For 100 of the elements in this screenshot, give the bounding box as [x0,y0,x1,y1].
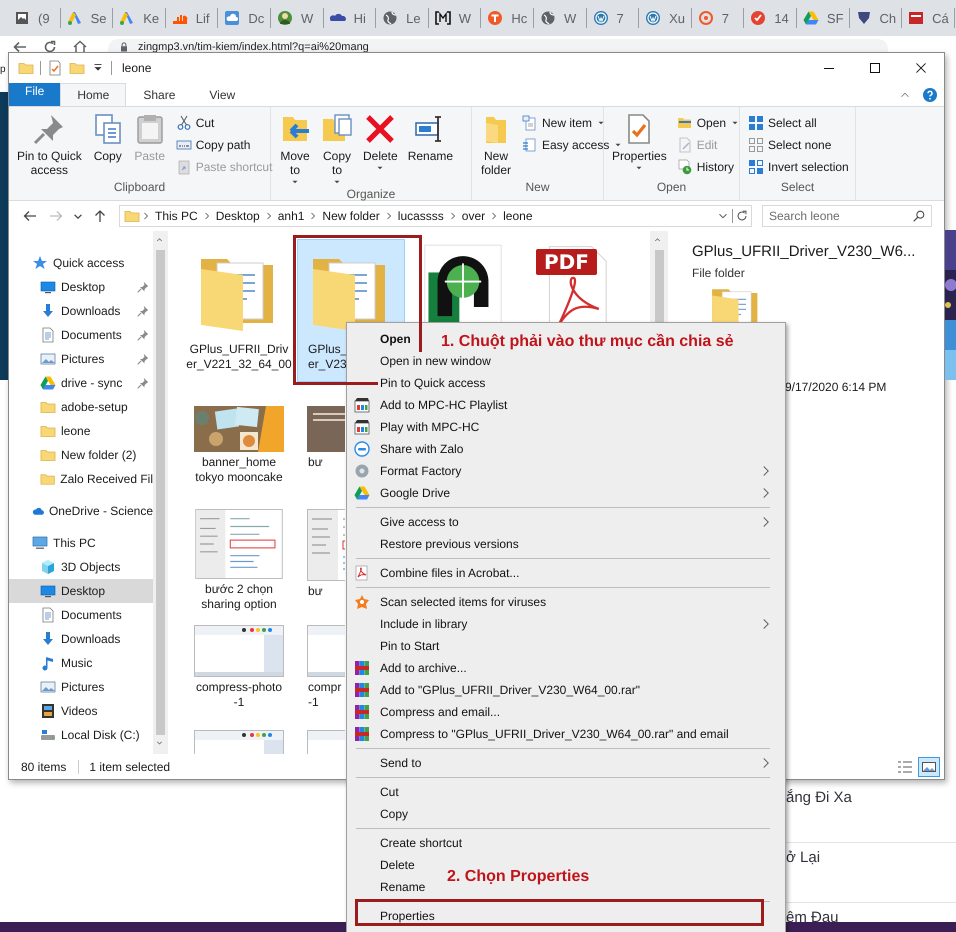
ribbon-button[interactable]: Open [672,112,744,134]
breadcrumb-item[interactable]: leone [500,209,536,223]
nav-item[interactable]: Pictures [9,675,153,699]
ribbon-tab[interactable]: Share [126,83,192,106]
menu-item[interactable]: Scan selected items for viruses [350,591,546,613]
browser-tab[interactable]: 7 [692,8,744,28]
menu-item[interactable]: Compress and email... [350,701,500,723]
breadcrumb-item[interactable]: Desktop [212,209,263,223]
menu-item[interactable]: Compress to "GPlus_UFRII_Driver_V230_W64_00.rar" and email [350,723,729,745]
view-button[interactable] [918,756,940,776]
menu-item[interactable]: Delete [350,854,415,876]
nav-item[interactable]: Documents [9,603,153,627]
breadcrumb-item[interactable]: This PC [152,209,201,223]
file-item[interactable]: banner_home tokyo mooncake [185,402,293,497]
file-item[interactable]: bước 2 chọn sharing option [185,505,293,613]
pin-icon[interactable] [137,329,149,341]
browser-tab[interactable]: Ke [113,8,166,28]
back-icon[interactable] [12,39,28,55]
scrollbar[interactable] [153,231,168,754]
menu-item[interactable]: Google Drive [350,482,782,504]
ribbon-button[interactable]: Delete [359,110,402,187]
ribbon-tab[interactable]: Home [60,83,126,106]
ribbon-button[interactable]: Pin to Quick access [13,110,86,180]
ribbon-button[interactable]: Rename [404,110,458,187]
file-item[interactable]: compress-photo -1 [185,621,293,718]
browser-tab[interactable]: Hc [481,8,534,28]
address-field[interactable]: This PC Desktop anh1 New folder lucassss over leone [119,205,752,227]
menu-item[interactable]: Share with Zalo [350,438,464,460]
menu-item[interactable]: Send to [350,752,782,774]
nav-item[interactable]: drive - sync [9,371,153,395]
nav-item[interactable]: Pictures [9,347,153,371]
breadcrumb-item[interactable]: anh1 [274,209,308,223]
nav-item[interactable]: Desktop [9,579,153,603]
menu-item[interactable]: Create shortcut [350,832,462,854]
nav-item[interactable]: Local Disk (C:) [9,723,153,747]
browser-tab[interactable]: 7 [586,8,640,28]
browser-tab[interactable]: Ch [850,8,902,28]
file-item[interactable]: PDF [521,239,629,332]
menu-item[interactable]: Restore previous versions [350,533,519,555]
nav-item[interactable]: adobe-setup [9,395,153,419]
breadcrumb-item[interactable]: over [458,209,488,223]
menu-item[interactable]: Properties [350,905,435,927]
nav-item[interactable]: Downloads [9,627,153,651]
help-icon[interactable] [922,86,938,102]
nav-item[interactable]: Desktop [9,275,153,299]
menu-item[interactable]: Pin to Start [350,635,440,657]
scrollbar-thumb[interactable] [156,250,165,735]
browser-tab[interactable]: Lif [166,8,218,28]
nav-item[interactable]: Quick access [9,251,153,275]
menu-item[interactable]: Play with MPC-HC [350,416,480,438]
breadcrumb-item[interactable]: New folder [319,209,383,223]
nav-item[interactable]: Downloads [9,299,153,323]
menu-item[interactable]: Cut [350,781,399,803]
ribbon-button[interactable]: Select none [744,134,853,156]
nav-item[interactable]: leone [9,419,153,443]
properties-icon[interactable] [47,60,63,76]
browser-tab[interactable]: SF [796,8,850,28]
ribbon-tab[interactable]: View [192,83,252,106]
recent-locations-button[interactable] [71,214,85,218]
pin-icon[interactable] [137,305,149,317]
home-icon[interactable] [72,39,88,55]
refresh-icon[interactable] [735,209,749,223]
ribbon-button[interactable]: Select all [744,112,853,134]
menu-item[interactable]: Add to archive... [350,657,467,679]
ribbon-button[interactable]: Copy path [172,134,276,156]
reload-icon[interactable] [42,39,58,55]
ribbon-button[interactable]: Copy to [317,110,357,187]
ribbon-button[interactable]: History [672,156,744,178]
menu-item[interactable]: Format Factory [350,460,782,482]
browser-tab[interactable]: Le [376,8,429,28]
browser-tab[interactable]: W [270,8,324,28]
nav-item[interactable]: OneDrive - Science [9,499,153,523]
browser-tab[interactable]: Se [60,8,114,28]
nav-item[interactable]: This PC [9,531,153,555]
file-item[interactable]: bư [297,402,346,497]
nav-item[interactable]: Documents [9,323,153,347]
nav-item[interactable]: 3D Objects [9,555,153,579]
menu-item[interactable]: Add to MPC-HC Playlist [350,394,508,416]
menu-item[interactable]: Include in library [350,613,782,635]
ribbon-button[interactable]: Invert selection [744,156,853,178]
browser-tab[interactable]: (9 [8,8,61,28]
search-field[interactable]: Search leone [762,205,932,227]
file-item[interactable]: bư [297,505,346,613]
browser-tab[interactable]: Cá [902,8,955,28]
browser-tab[interactable]: W [428,8,482,28]
nav-item[interactable]: Videos [9,699,153,723]
menu-item[interactable]: Combine files in Acrobat... [350,562,520,584]
nav-item[interactable]: Zalo Received Fil [9,467,153,491]
ribbon-button[interactable]: Cut [172,112,276,134]
browser-tab[interactable]: Dc [218,8,271,28]
menu-item[interactable]: Give access to [350,511,782,533]
browser-tab[interactable]: 14 [744,8,797,28]
file-menu-button[interactable]: File [9,83,60,106]
pin-icon[interactable] [137,353,149,365]
browser-tab[interactable]: W [534,8,587,28]
menu-item[interactable]: Copy [350,803,408,825]
file-item[interactable]: GPlus_UFRII_Driv er_V221_32_64_00 [185,239,293,394]
menu-item[interactable]: Add to "GPlus_UFRII_Driver_V230_W64_00.rar" [350,679,640,701]
ribbon-button[interactable]: New folder [476,110,516,180]
ribbon-button[interactable]: Move to [275,110,315,187]
